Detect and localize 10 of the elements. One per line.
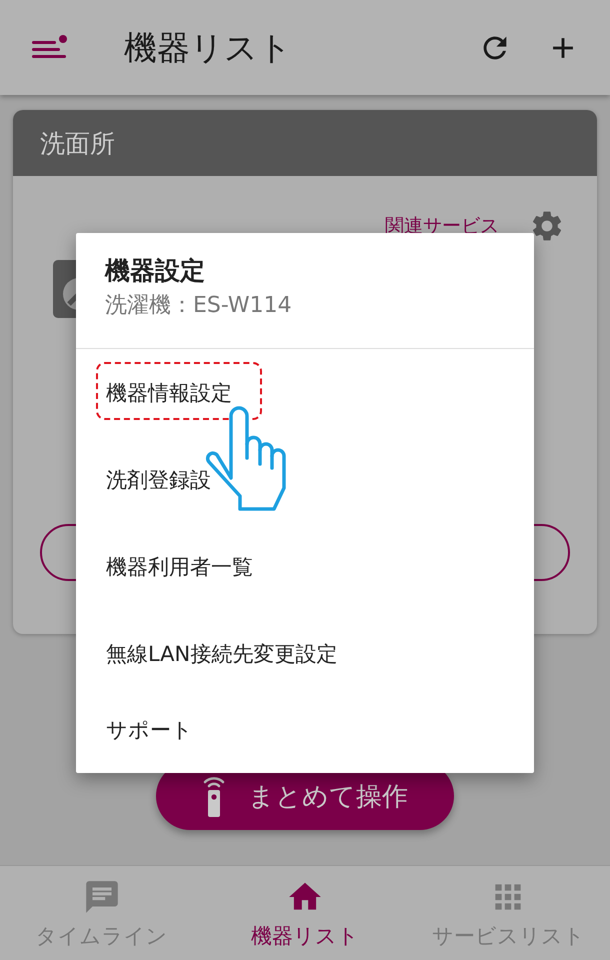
remote-control-icon [202, 775, 226, 817]
menu-item[interactable]: 機器利用者一覧 [76, 523, 534, 610]
menu-icon[interactable] [32, 34, 68, 60]
screen-title: 機器リスト [124, 28, 293, 68]
menu-item[interactable]: 洗剤登録設 [76, 436, 534, 523]
menu-item[interactable]: 無線LAN接続先変更設定 [76, 610, 534, 697]
room-title: 洗面所 [40, 128, 115, 160]
dialog-title: 機器設定 [105, 255, 206, 286]
nav-tab[interactable]: 機器リスト [203, 866, 407, 960]
dialog-subtitle: 洗濯機：ES-W114 [105, 292, 293, 320]
